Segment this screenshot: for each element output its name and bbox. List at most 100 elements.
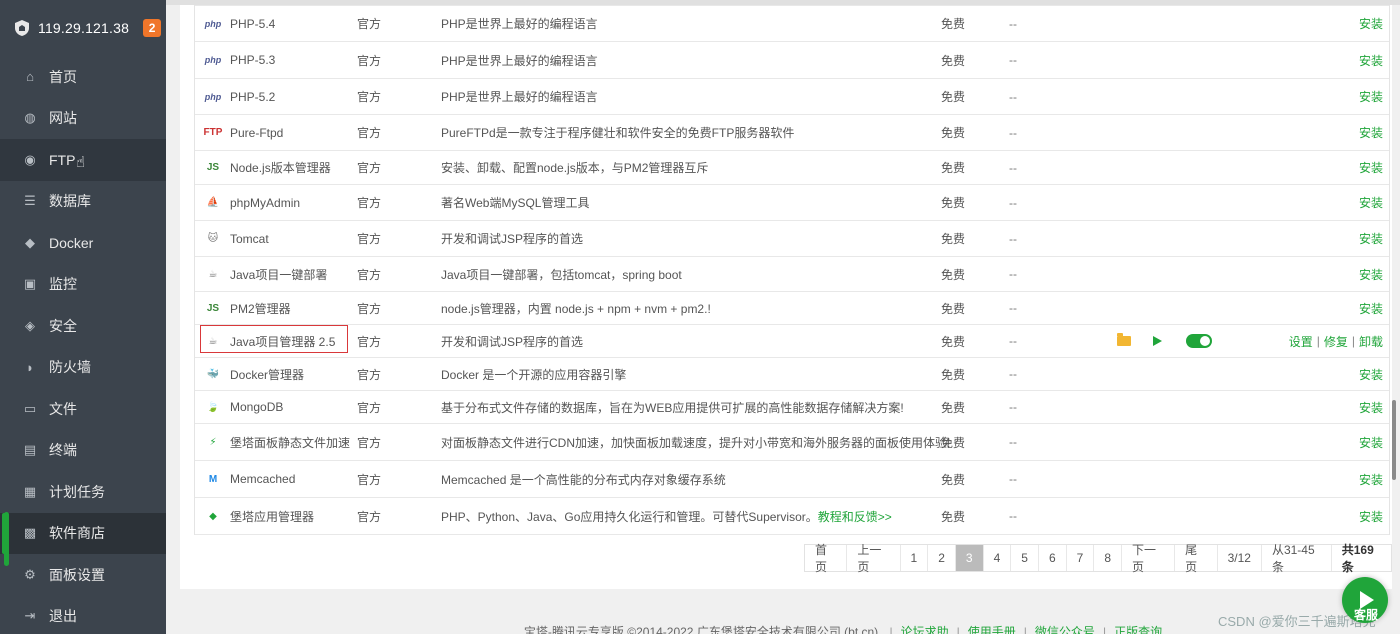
table-row: ☕ Java项目管理器 2.5 官方 开发和调试JSP程序的首选 免费 -- 设置 | 修复 | 卸… [195, 325, 1389, 358]
install-link[interactable]: 安装 [1359, 366, 1383, 383]
software-logo-icon: php [204, 91, 222, 102]
first-page-button[interactable]: 首页 [805, 543, 848, 574]
sidebar-item-label: FTP [49, 151, 76, 168]
sidebar-item-0[interactable]: ⌂ 首页 [0, 56, 166, 98]
developer-cell: 官方 [357, 53, 382, 68]
install-link[interactable]: 安装 [1359, 124, 1383, 141]
footer-link[interactable]: 论坛求助 [901, 625, 949, 634]
play-icon[interactable] [1153, 336, 1162, 346]
next-page-button[interactable]: 下一页 [1122, 543, 1176, 574]
main-content: php PHP-5.4 官方 PHP是世界上最好的编程语言 免费 -- 安装 php PHP-5… [166, 0, 1400, 634]
page-6-button[interactable]: 6 [1039, 545, 1067, 571]
install-link[interactable]: 安装 [1359, 508, 1383, 525]
home-display-toggle[interactable] [1186, 334, 1212, 348]
sidebar-item-8[interactable]: ▭ 文件 [0, 388, 166, 430]
footer-link[interactable]: 微信公众号 [1035, 625, 1095, 634]
action-repair-link[interactable]: 修复 [1324, 333, 1348, 350]
install-link[interactable]: 安装 [1359, 434, 1383, 451]
footer-copyright: 宝塔-腾讯云专享版 ©2014-2022 广东堡塔安全技术有限公司 (bt.cn… [523, 625, 879, 634]
description-text: node.js管理器，内置 node.js + npm + nvm + pm2.… [441, 301, 711, 316]
last-page-button[interactable]: 尾页 [1175, 543, 1218, 574]
footer-link[interactable]: 正版查询 [1114, 625, 1162, 634]
table-row: ☕ Java项目一键部署 官方 Java项目一键部署，包括tomcat，spring … [195, 257, 1389, 292]
sidebar-item-6[interactable]: ◈ 安全 [0, 305, 166, 347]
software-logo-icon: 🍃 [206, 401, 220, 413]
price-cell: 免费 [941, 301, 966, 316]
firewall-icon: ◗ [26, 359, 34, 375]
expire-cell: -- [1009, 472, 1017, 486]
description-text: 安装、卸载、配置node.js版本，与PM2管理器互斥 [441, 161, 709, 175]
price-cell: 免费 [941, 90, 966, 104]
page-7-button[interactable]: 7 [1067, 545, 1095, 571]
description-cell: 基于分布式文件存储的数据库，旨在为WEB应用提供可扩展的高性能数据存储解决方案! [441, 391, 904, 423]
software-name-cell: FTP Pure-Ftpd [203, 115, 284, 150]
actions-cell: 安装 [1359, 391, 1383, 423]
calendar-icon: ▦ [23, 483, 37, 499]
price-cell: 免费 [941, 435, 966, 450]
status-controls [1117, 325, 1212, 357]
description-cell: Docker 是一个开源的应用容器引擎 [441, 358, 626, 390]
sidebar-item-10[interactable]: ▦ 计划任务 [0, 471, 166, 513]
software-name: 堡塔应用管理器 [230, 509, 315, 524]
install-link[interactable]: 安装 [1359, 52, 1383, 69]
install-link[interactable]: 安装 [1359, 399, 1383, 416]
actions-cell: 安装 [1359, 79, 1383, 114]
install-link[interactable]: 安装 [1359, 471, 1383, 488]
folder-icon: ▭ [23, 400, 37, 416]
page-4-button[interactable]: 4 [984, 545, 1012, 571]
sidebar-item-9[interactable]: ▤ 终端 [0, 430, 166, 472]
table-row: php PHP-5.2 官方 PHP是世界上最好的编程语言 免费 -- 安装 [195, 79, 1389, 115]
software-name-cell: php PHP-5.4 [203, 6, 276, 41]
install-link[interactable]: 安装 [1359, 88, 1383, 105]
description-text: PureFTPd是一款专注于程序健壮和软件安全的免费FTP服务器软件 [441, 126, 795, 140]
ftp-icon: ◉ [24, 151, 36, 167]
sidebar-item-4[interactable]: ◆ Docker [0, 222, 166, 264]
footer-link[interactable]: 使用手册 [968, 625, 1016, 634]
page-8-button[interactable]: 8 [1094, 545, 1123, 571]
install-link[interactable]: 安装 [1359, 300, 1383, 317]
page-scrollbar[interactable] [1392, 400, 1396, 480]
actions-cell: 安装 [1359, 424, 1383, 460]
install-link[interactable]: 安装 [1359, 266, 1383, 283]
notification-badge[interactable]: 2 [143, 19, 162, 37]
software-logo-icon: php [204, 55, 222, 65]
description-text: 开发和调试JSP程序的首选 [441, 232, 584, 246]
page-1-button[interactable]: 1 [901, 545, 929, 571]
action-uninstall-link[interactable]: 卸载 [1359, 333, 1383, 350]
install-link[interactable]: 安装 [1359, 159, 1383, 176]
separator: | [1023, 625, 1027, 634]
description-text: 开发和调试JSP程序的首选 [441, 334, 584, 349]
install-link[interactable]: 安装 [1359, 230, 1383, 247]
page-3-button[interactable]: 3 [955, 545, 984, 571]
price-cell: 免费 [941, 161, 966, 175]
table-row: 🐳 Docker管理器 官方 Docker 是一个开源的应用容器引擎 免费 -- 安装 [195, 358, 1389, 391]
software-name: PM2管理器 [230, 301, 291, 316]
price-cell: 免费 [941, 367, 966, 382]
actions-cell: 设置 | 修复 | 卸载 [1289, 325, 1383, 357]
price-cell: 免费 [941, 267, 966, 282]
price-cell: 免费 [941, 334, 966, 349]
install-link[interactable]: 安装 [1359, 194, 1383, 211]
home-icon: ⌂ [26, 69, 34, 85]
hand-cursor-icon: ☝ [76, 154, 86, 171]
page-5-button[interactable]: 5 [1011, 545, 1039, 571]
software-name: Java项目一键部署 [230, 267, 328, 282]
sidebar-item-13[interactable]: ⇥ 退出 [0, 596, 166, 634]
page-2-button[interactable]: 2 [928, 545, 956, 571]
folder-icon[interactable] [1117, 333, 1131, 346]
developer-cell: 官方 [357, 301, 382, 316]
sidebar-item-11[interactable]: ▩ 软件商店 [0, 512, 166, 554]
sidebar-item-1[interactable]: ◍ 网站 [0, 98, 166, 140]
prev-page-button[interactable]: 上一页 [847, 543, 901, 574]
sidebar-item-12[interactable]: ⚙ 面板设置 [0, 554, 166, 596]
action-settings-link[interactable]: 设置 [1289, 333, 1313, 350]
description-cell: Java项目一键部署，包括tomcat，spring boot [441, 257, 682, 291]
tutorial-feedback-link[interactable]: 教程和反馈>> [818, 508, 892, 525]
actions-cell: 安装 [1359, 115, 1383, 150]
expire-cell: -- [1009, 367, 1017, 381]
separator: | [1102, 625, 1107, 634]
sidebar-item-7[interactable]: ◗ 防火墙 [0, 347, 166, 389]
sidebar-item-3[interactable]: ☰ 数据库 [0, 181, 166, 223]
sidebar-item-5[interactable]: ▣ 监控 [0, 264, 166, 306]
install-link[interactable]: 安装 [1359, 15, 1383, 32]
